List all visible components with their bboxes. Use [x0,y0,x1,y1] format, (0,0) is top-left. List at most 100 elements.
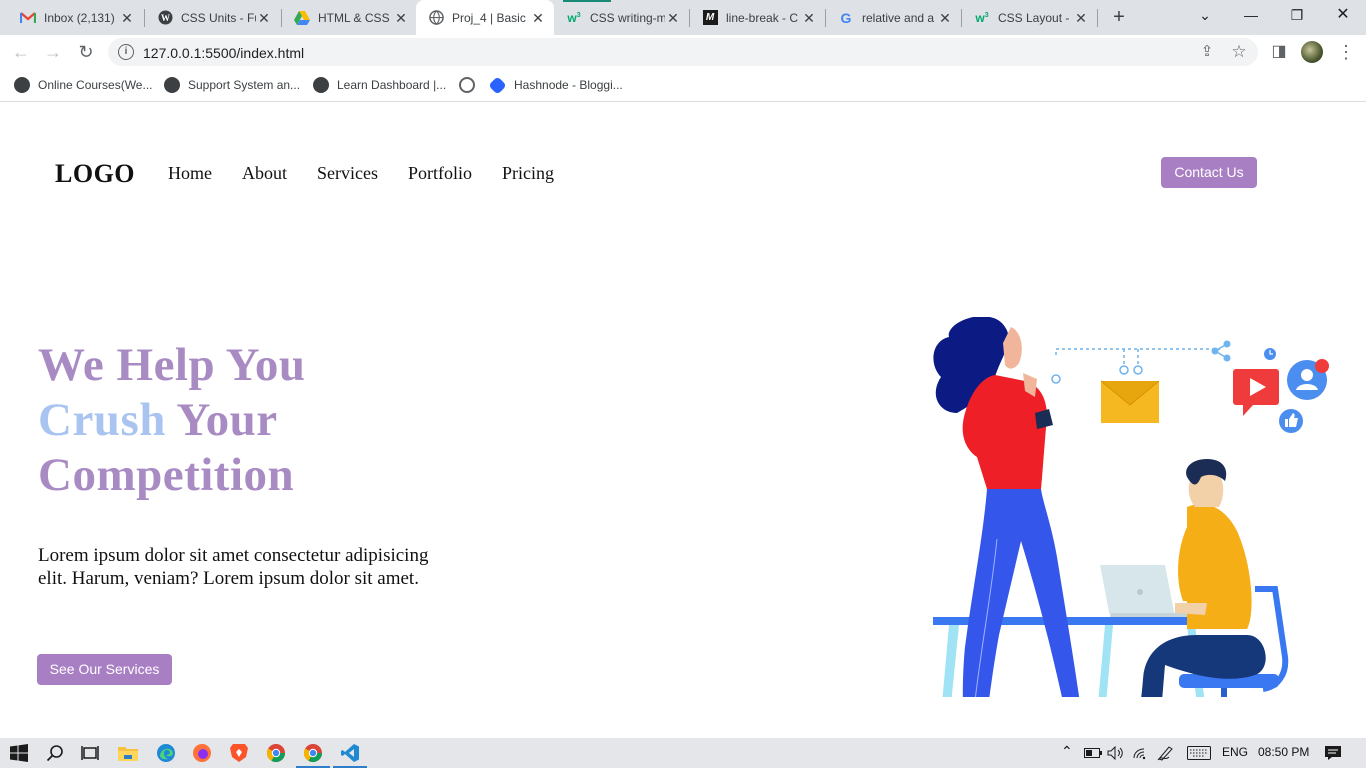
nav-pricing[interactable]: Pricing [502,163,554,184]
bookmark-star-icon[interactable]: ☆ [1230,43,1248,61]
wordpress-icon [313,77,329,93]
bookmark-label: Hashnode - Bloggi... [514,78,623,92]
tab-close-icon[interactable]: ✕ [1073,10,1089,26]
hashnode-icon [488,75,507,95]
mdn-icon: M [702,10,718,26]
tab-css-writing-mode[interactable]: w3 CSS writing-m ✕ [554,0,689,35]
wifi-icon[interactable] [1130,742,1152,764]
nav-portfolio[interactable]: Portfolio [408,163,472,184]
page-viewport: LOGO Home About Services Portfolio Prici… [0,103,1366,738]
bookmark-online-courses[interactable]: Online Courses(We... [14,76,153,94]
side-panel-icon[interactable]: ◨ [1267,40,1291,64]
vscode-icon[interactable] [339,742,361,764]
tab-gmail[interactable]: Inbox (2,131) ✕ [8,0,143,35]
chrome-icon[interactable] [265,742,287,764]
w3schools-icon: w3 [567,10,581,25]
tab-close-icon[interactable]: ✕ [119,10,135,26]
windows-start-icon[interactable] [8,742,30,764]
see-our-services-button[interactable]: See Our Services [37,654,172,685]
tab-close-icon[interactable]: ✕ [393,10,409,26]
tab-close-icon[interactable]: ✕ [937,10,953,26]
tab-css-layout[interactable]: w3 CSS Layout - ✕ [962,0,1097,35]
site-logo[interactable]: LOGO [55,159,135,189]
google-drive-icon [294,10,310,26]
language-indicator[interactable]: ENG [1222,745,1248,759]
notification-center-icon[interactable] [1322,742,1344,764]
hero-description: Lorem ipsum dolor sit amet consectetur a… [38,545,429,589]
firefox-icon[interactable] [191,742,213,764]
url-text[interactable]: 127.0.0.1:5500/index.html [143,45,304,61]
tab-title: relative and a [862,10,935,25]
maximize-button[interactable]: ❐ [1274,0,1320,32]
back-button[interactable]: ← [9,40,33,64]
pen-icon[interactable] [1155,742,1177,764]
share-icon[interactable]: ⇪ [1198,43,1216,61]
woman-figure [933,317,1080,697]
browser-toolbar: ← → ↻ i 127.0.0.1:5500/index.html ⇪ ☆ ◨ … [0,35,1366,69]
globe-icon [459,77,475,93]
globe-icon [428,10,444,26]
hero-heading-line-3: Competition [38,449,295,501]
tab-proj4[interactable]: Proj_4 | Basic ✕ [416,0,554,35]
profile-avatar[interactable] [1301,41,1323,63]
tab-close-icon[interactable]: ✕ [665,10,681,26]
bookmark-hashnode[interactable]: Hashnode - Bloggi... [488,75,623,95]
search-icon[interactable] [44,742,66,764]
bookmark-globe[interactable] [459,76,483,94]
tab-separator [1097,9,1098,27]
tab-close-icon[interactable]: ✕ [801,10,817,26]
contact-us-button[interactable]: Contact Us [1161,157,1257,188]
tab-html-css[interactable]: HTML & CSS ✕ [282,0,417,35]
tab-search-chevron-icon[interactable]: ⌄ [1182,0,1228,32]
tray-overflow-icon[interactable]: ⌃ [1061,743,1073,760]
hero-highlight-word: Crush [38,394,166,446]
gmail-icon [20,10,36,26]
tab-close-icon[interactable]: ✕ [256,10,272,26]
bookmark-support-system[interactable]: Support System an... [164,76,300,94]
nav-about[interactable]: About [242,163,287,184]
bookmarks-bar: Online Courses(We... Support System an..… [0,69,1366,102]
bookmark-label: Learn Dashboard |... [337,78,447,92]
close-window-button[interactable]: ✕ [1320,0,1366,32]
nav-services[interactable]: Services [317,163,378,184]
thumbs-up-icon [1279,409,1303,433]
edge-icon[interactable] [155,742,177,764]
clock-time[interactable]: 08:50 PM [1258,745,1309,759]
hero-illustration [933,317,1329,697]
site-info-icon[interactable]: i [118,44,134,60]
address-bar[interactable]: i 127.0.0.1:5500/index.html ⇪ ☆ [108,38,1258,66]
nav-home[interactable]: Home [168,163,212,184]
battery-icon[interactable] [1082,742,1104,764]
touch-keyboard-icon[interactable] [1185,742,1213,764]
video-play-icon [1233,369,1279,416]
file-explorer-icon[interactable] [117,742,139,764]
reload-button[interactable]: ↻ [74,40,98,64]
tab-relative-absolute[interactable]: G relative and a ✕ [826,0,961,35]
tab-css-units[interactable]: W CSS Units - Fu ✕ [145,0,280,35]
tab-title: CSS Layout - [998,10,1070,25]
tab-title: Inbox (2,131) [44,10,115,25]
browser-menu-icon[interactable]: ⋮ [1334,40,1358,64]
wordpress-icon [164,77,180,93]
task-view-icon[interactable] [79,742,101,764]
tab-close-icon[interactable]: ✕ [530,10,546,26]
hero-heading-word: Your [176,394,278,446]
brave-icon[interactable] [228,742,250,764]
chrome-icon[interactable] [302,742,324,764]
new-tab-button[interactable]: + [1108,6,1130,28]
bookmark-label: Online Courses(We... [38,78,153,92]
hero-heading-line-2: Crush Your [38,393,278,447]
tab-strip: Inbox (2,131) ✕ W CSS Units - Fu ✕ HTML … [0,0,1366,35]
tab-line-break[interactable]: M line-break - C ✕ [690,0,825,35]
bookmark-label: Support System an... [188,78,301,92]
share-network-icon [1211,340,1231,362]
tab-title: line-break - C [726,10,799,25]
svg-text:W: W [161,13,170,23]
volume-icon[interactable] [1105,742,1127,764]
bookmark-learn-dashboard[interactable]: Learn Dashboard |... [313,76,446,94]
minimize-button[interactable]: — [1228,0,1274,32]
forward-button[interactable]: → [41,40,65,64]
tab-title: CSS writing-m [590,10,665,25]
tab-title: Proj_4 | Basic [452,10,526,25]
w3schools-icon: w3 [975,10,989,25]
